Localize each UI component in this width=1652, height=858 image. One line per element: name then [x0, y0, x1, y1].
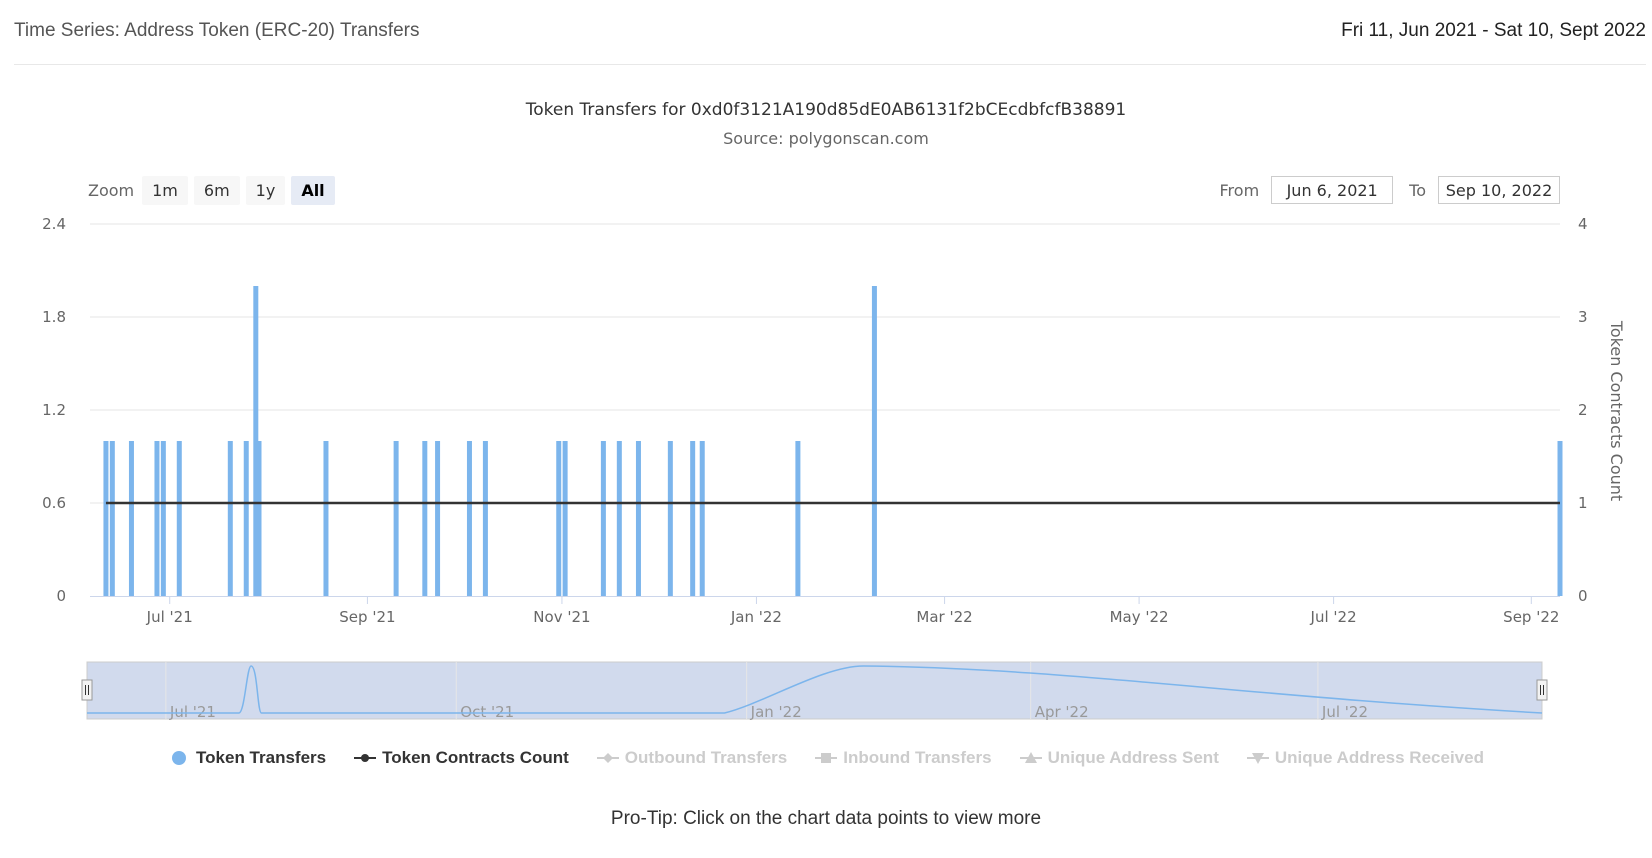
- x-tick-label: Jan '22: [730, 608, 782, 626]
- y-axis-right-title: Token Contracts Count: [1607, 320, 1626, 501]
- y-axis-right: 0 1 2 3 4: [1578, 215, 1588, 605]
- legend-label: Outbound Transfers: [624, 748, 788, 767]
- x-tick-label: Mar '22: [916, 608, 972, 626]
- bar[interactable]: [699, 441, 705, 596]
- bar[interactable]: [422, 441, 428, 596]
- bar[interactable]: [482, 441, 488, 596]
- navigator-tick-label: Jan '22: [750, 703, 802, 721]
- navigator-tick-label: Jul '21: [169, 703, 216, 721]
- navigator-tick-label: Oct '21: [460, 703, 514, 721]
- bar[interactable]: [1557, 441, 1563, 596]
- bar[interactable]: [871, 286, 877, 596]
- bar[interactable]: [616, 441, 622, 596]
- y-right-tick-label: 0: [1578, 587, 1588, 605]
- legend-label: Inbound Transfers: [843, 748, 992, 767]
- y-left-tick-label: 0: [56, 587, 66, 605]
- bar[interactable]: [243, 441, 249, 596]
- handle-body[interactable]: [81, 679, 93, 701]
- bar[interactable]: [556, 441, 562, 596]
- x-tick-label: Jul '22: [1310, 608, 1357, 626]
- bar[interactable]: [600, 441, 606, 596]
- bar[interactable]: [435, 441, 441, 596]
- bar[interactable]: [176, 441, 182, 596]
- y-left-tick-label: 1.8: [42, 308, 66, 326]
- y-axis-left: 0 0.6 1.2 1.8 2.4: [42, 215, 66, 605]
- bar[interactable]: [160, 441, 166, 596]
- y-right-tick-label: 3: [1578, 308, 1588, 326]
- y-left-tick-label: 2.4: [42, 215, 66, 233]
- legend-item-token-transfers[interactable]: Token Transfers: [168, 748, 326, 768]
- bar[interactable]: [103, 441, 109, 596]
- x-tick-label: May '22: [1110, 608, 1169, 626]
- x-tick-label: Jul '21: [146, 608, 193, 626]
- legend-diamond-line-icon: [596, 750, 619, 766]
- bar[interactable]: [690, 441, 696, 596]
- x-tick-label: Nov '21: [533, 608, 590, 626]
- legend-item-token-contracts-count[interactable]: Token Contracts Count: [354, 748, 569, 768]
- navigator-right-handle[interactable]: [1536, 679, 1548, 701]
- bar[interactable]: [667, 441, 673, 596]
- bar[interactable]: [109, 441, 115, 596]
- bar[interactable]: [256, 441, 262, 596]
- legend-label: Token Transfers: [196, 748, 327, 767]
- bar[interactable]: [562, 441, 568, 596]
- navigator[interactable]: Jul '21 Oct '21 Jan '22 Apr '22 Jul '22: [81, 661, 1548, 721]
- legend-triangle-line-icon: [1019, 750, 1042, 766]
- legend-label: Unique Address Sent: [1047, 748, 1219, 767]
- bar[interactable]: [128, 441, 134, 596]
- y-right-tick-label: 4: [1578, 215, 1588, 233]
- bar[interactable]: [466, 441, 472, 596]
- legend-item-outbound-transfers[interactable]: Outbound Transfers: [596, 748, 788, 768]
- legend-item-unique-address-received[interactable]: Unique Address Received: [1246, 748, 1484, 768]
- bar[interactable]: [635, 441, 641, 596]
- legend-label: Token Contracts Count: [382, 748, 569, 767]
- chart-canvas: 0 0.6 1.2 1.8 2.4 0 1 2 3 4 Token Contracts Coun…: [42, 215, 1626, 721]
- legend-item-inbound-transfers[interactable]: Inbound Transfers: [815, 748, 992, 768]
- x-tick-label: Sep '21: [339, 608, 395, 626]
- navigator-tick-label: Apr '22: [1035, 703, 1089, 721]
- legend-circle-icon: [168, 750, 190, 766]
- bar[interactable]: [393, 441, 399, 596]
- legend-item-unique-address-sent[interactable]: Unique Address Sent: [1019, 748, 1219, 768]
- pro-tip: Pro-Tip: Click on the chart data points …: [610, 808, 1042, 829]
- grid-lines: [90, 223, 1560, 504]
- legend-label: Unique Address Received: [1274, 748, 1484, 767]
- navigator-left-handle[interactable]: [81, 679, 93, 701]
- legend-circle-line-icon: [354, 750, 377, 766]
- y-right-tick-label: 1: [1578, 494, 1588, 512]
- legend: Token Transfers Token Contracts Count Ou…: [0, 748, 1652, 768]
- legend-square-line-icon: [815, 750, 838, 766]
- token-transfers-series[interactable]: [103, 286, 1563, 596]
- x-axis: Jul '21 Sep '21 Nov '21 Jan '22 Mar '22 May '…: [146, 596, 1559, 626]
- legend-triangle-down-line-icon: [1246, 750, 1269, 766]
- handle-body[interactable]: [1536, 679, 1548, 701]
- bar[interactable]: [323, 441, 329, 596]
- y-right-tick-label: 2: [1578, 401, 1588, 419]
- navigator-tick-label: Jul '22: [1321, 703, 1368, 721]
- bar[interactable]: [227, 441, 233, 596]
- x-tick-label: Sep '22: [1503, 608, 1559, 626]
- y-left-tick-label: 1.2: [42, 401, 66, 419]
- y-left-tick-label: 0.6: [42, 494, 66, 512]
- bar[interactable]: [795, 441, 801, 596]
- bar[interactable]: [154, 441, 160, 596]
